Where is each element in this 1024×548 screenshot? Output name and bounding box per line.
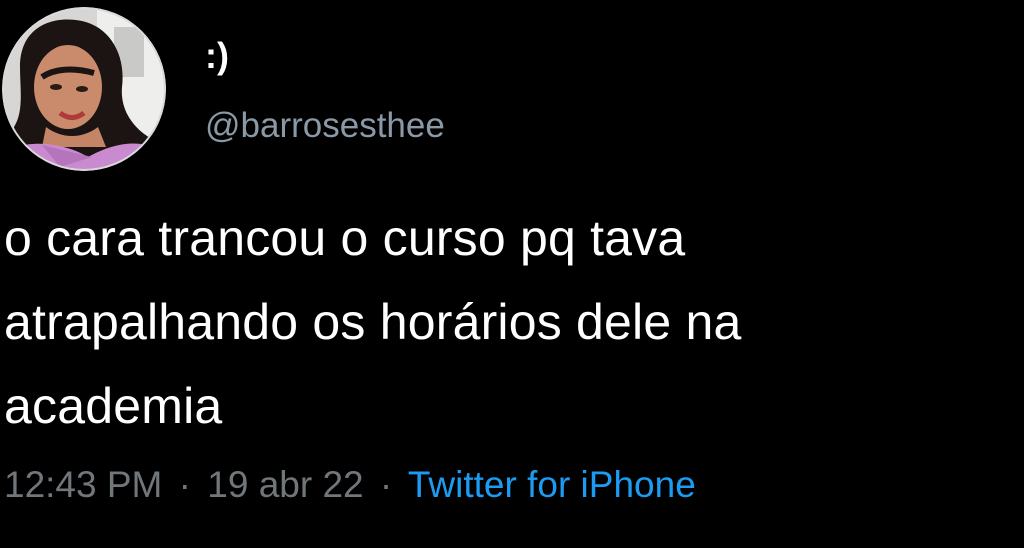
tweet-text-line: atrapalhando os horários dele na	[4, 294, 742, 350]
separator-dot: ·	[379, 464, 393, 505]
tweet-text-line: o cara trancou o curso pq tava	[4, 210, 686, 266]
display-name[interactable]: :)	[205, 38, 229, 74]
username-handle[interactable]: @barrosesthee	[205, 108, 445, 143]
tweet-text-line: academia	[4, 378, 223, 434]
tweet-time[interactable]: 12:43 PM	[4, 464, 162, 505]
tweet-date[interactable]: 19 abr 22	[207, 464, 363, 505]
avatar[interactable]	[2, 7, 166, 171]
tweet: :) @barrosesthee o cara trancou o curso …	[0, 0, 1024, 548]
tweet-source-link[interactable]: Twitter for iPhone	[408, 464, 696, 505]
tweet-metadata: 12:43 PM · 19 abr 22 · Twitter for iPhon…	[4, 466, 696, 503]
separator-dot: ·	[178, 464, 191, 505]
profile-photo-icon	[2, 7, 166, 171]
tweet-text: o cara trancou o curso pq tava atrapalha…	[4, 196, 1014, 448]
